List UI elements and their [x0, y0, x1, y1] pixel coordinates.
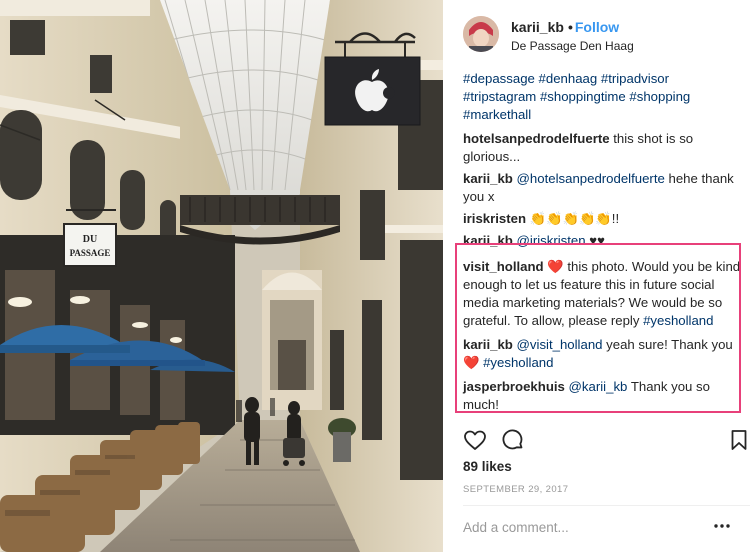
- comment-mention[interactable]: @visit_holland: [517, 337, 603, 352]
- post-photo[interactable]: DU PASSAGE: [0, 0, 443, 552]
- comment: karii_kb @hotelsanpedrodelfuerte hehe th…: [463, 170, 743, 206]
- comment: hotelsanpedrodelfuerte this shot is so g…: [463, 130, 743, 166]
- comment-username[interactable]: hotelsanpedrodelfuerte: [463, 131, 610, 146]
- post-date: SEPTEMBER 29, 2017: [463, 484, 569, 495]
- post-actions: [463, 428, 747, 454]
- comment-username[interactable]: karii_kb: [463, 337, 513, 352]
- comment-mention[interactable]: @karii_kb: [569, 379, 628, 394]
- likes-count[interactable]: 89 likes: [463, 459, 512, 474]
- post-location[interactable]: De Passage Den Haag: [511, 39, 634, 53]
- divider: [463, 505, 750, 506]
- comment-username[interactable]: jasperbroekhuis: [463, 379, 565, 394]
- comment-text: ♥♥: [585, 233, 605, 248]
- comment-mention[interactable]: @iriskristen: [517, 233, 586, 248]
- comment-username[interactable]: iriskristen: [463, 211, 526, 226]
- comment-icon[interactable]: [501, 428, 527, 454]
- bookmark-icon[interactable]: [727, 428, 750, 454]
- comment-username[interactable]: karii_kb: [463, 171, 513, 186]
- comment: karii_kb @iriskristen ♥♥: [463, 232, 743, 250]
- comment: visit_holland ❤️ this photo. Would you b…: [463, 258, 743, 330]
- avatar[interactable]: [463, 16, 499, 52]
- sign-text-top: DU: [83, 234, 97, 245]
- caption-hashtags[interactable]: #depassage #denhaag #tripadvisor #tripst…: [463, 70, 743, 124]
- add-comment-input[interactable]: [463, 518, 701, 536]
- comment-mention[interactable]: @hotelsanpedrodelfuerte: [517, 171, 665, 186]
- comment: karii_kb @visit_holland yeah sure! Thank…: [463, 336, 743, 372]
- comments-list: #depassage #denhaag #tripadvisor #tripst…: [463, 70, 743, 418]
- separator-dot: •: [567, 19, 573, 35]
- post-side-panel: karii_kb • Follow De Passage Den Haag #dep…: [443, 0, 750, 552]
- comment-text: 👏👏👏👏👏!!: [526, 211, 620, 226]
- more-options-icon[interactable]: [713, 517, 731, 535]
- post-header: karii_kb • Follow De Passage Den Haag: [463, 14, 743, 56]
- sign-text-bottom: PASSAGE: [70, 248, 111, 258]
- comment-hashtag[interactable]: #yesholland: [483, 355, 553, 370]
- follow-button[interactable]: Follow: [575, 19, 619, 35]
- comment: iriskristen 👏👏👏👏👏!!: [463, 210, 743, 228]
- arcade-photo: DU PASSAGE: [0, 0, 443, 552]
- post-username[interactable]: karii_kb: [511, 19, 564, 35]
- comment-username[interactable]: visit_holland: [463, 259, 544, 274]
- heart-icon[interactable]: [463, 428, 489, 454]
- comment-hashtag[interactable]: #yesholland: [643, 313, 713, 328]
- comment-username[interactable]: karii_kb: [463, 233, 513, 248]
- comment: jasperbroekhuis @karii_kb Thank you so m…: [463, 378, 743, 414]
